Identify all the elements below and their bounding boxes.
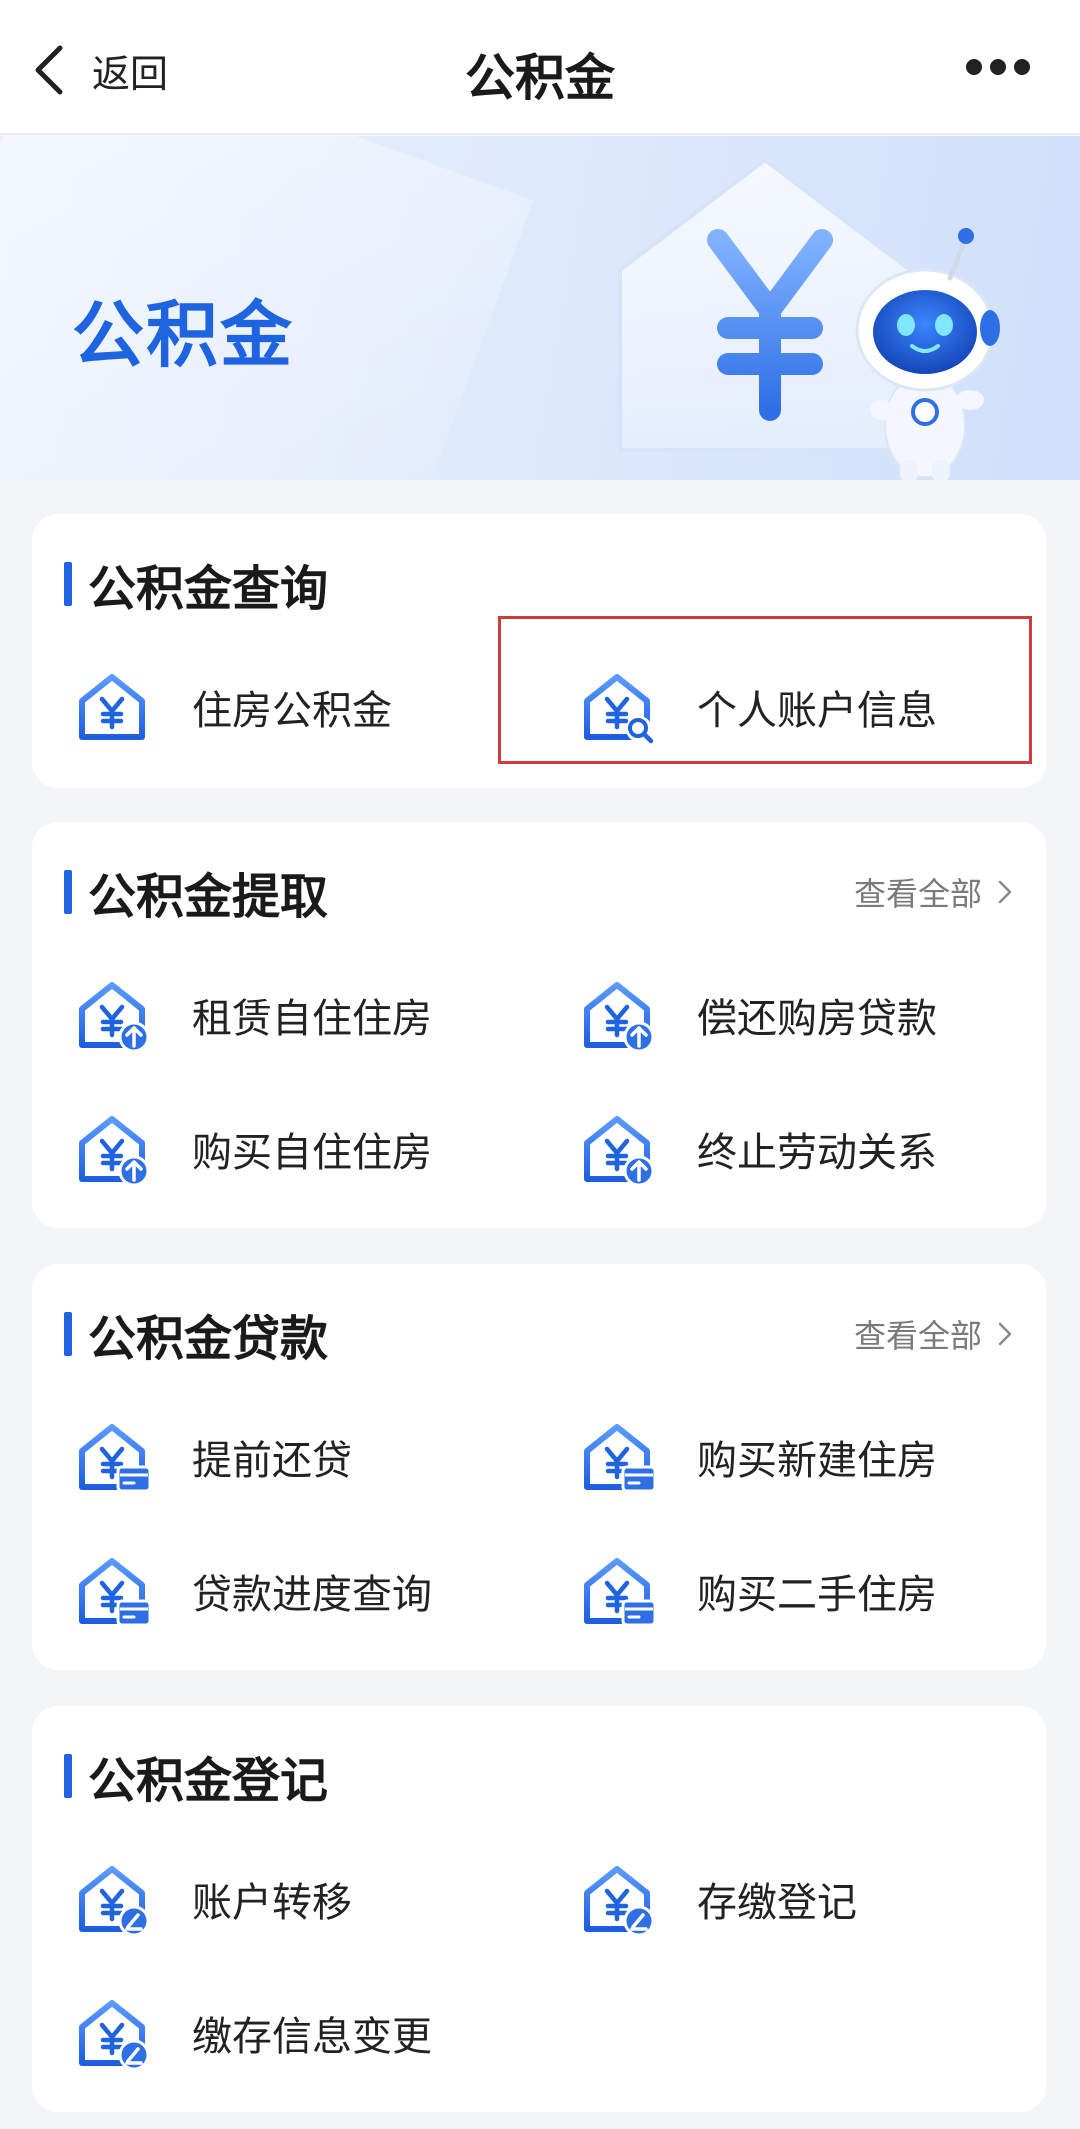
section-header: 公积金登记 [64,1746,1014,1809]
section-header: 公积金查询 [64,554,1014,617]
section-header: 公积金贷款 查看全部 [64,1304,1014,1367]
menu-item-account-transfer[interactable]: 账户转移 [72,1844,532,1954]
chevron-right-icon [998,1322,1012,1346]
view-all-link[interactable]: 查看全部 [854,869,1014,915]
menu-item-terminate-employment[interactable]: 终止劳动关系 [577,1094,1037,1204]
top-nav-bar: 返回 公积金 [0,0,1080,135]
section-query: 公积金查询 住房公积金 个人账户信息 [32,514,1046,788]
section-loan: 公积金贷款 查看全部 提前还贷 购买新建住房 贷款进度查询 购买二手住房 [32,1264,1046,1670]
house-yuan-upload-icon [72,975,150,1053]
menu-item-deposit-info-change[interactable]: 缴存信息变更 [72,1978,532,2088]
house-yuan-card-icon [577,1551,657,1627]
hero-banner: 公积金 [0,136,1080,480]
menu-item-buy-housing[interactable]: 购买自住住房 [72,1094,532,1204]
menu-item-personal-account-info[interactable]: 个人账户信息 [577,652,1037,762]
house-yuan-upload-icon [72,1109,150,1187]
section-registration: 公积金登记 账户转移 存缴登记 缴存信息变更 [32,1706,1046,2112]
section-title: 公积金登记 [88,1753,329,1809]
menu-item-buy-new-housing[interactable]: 购买新建住房 [577,1402,1037,1512]
view-all-link[interactable]: 查看全部 [854,1311,1014,1357]
chevron-right-icon [998,880,1012,904]
section-withdrawal: 公积金提取 查看全部 租赁自住住房 偿还购房贷款 购买自住住房 终止劳动关系 [32,822,1046,1228]
section-title: 公积金提取 [88,869,329,925]
house-yuan-upload-icon [577,1109,655,1187]
page-title: 公积金 [465,49,615,107]
house-yuan-robot-illustration [618,160,1000,480]
house-yuan-edit-icon [72,1859,150,1937]
menu-item-repay-loan[interactable]: 偿还购房贷款 [577,960,1037,1070]
house-yuan-card-icon [72,1551,152,1627]
section-title: 公积金查询 [88,561,329,617]
menu-item-deposit-registration[interactable]: 存缴登记 [577,1844,1037,1954]
house-yuan-card-icon [72,1417,152,1493]
house-yuan-edit-icon [72,1993,150,2071]
menu-item-buy-second-hand[interactable]: 购买二手住房 [577,1536,1037,1646]
menu-item-housing-fund[interactable]: 住房公积金 [72,652,532,762]
house-yuan-search-icon [577,667,654,744]
house-yuan-icon [72,667,152,747]
menu-item-loan-progress[interactable]: 贷款进度查询 [72,1536,532,1646]
house-yuan-edit-icon [577,1859,655,1937]
house-yuan-upload-icon [577,975,655,1053]
more-dots-icon[interactable] [966,55,1030,79]
section-title: 公积金贷款 [88,1311,329,1367]
section-header: 公积金提取 查看全部 [64,862,1014,925]
menu-item-rent-housing[interactable]: 租赁自住住房 [72,960,532,1070]
house-yuan-card-icon [577,1417,657,1493]
banner-title: 公积金 [72,293,295,377]
menu-item-early-repayment[interactable]: 提前还贷 [72,1402,532,1512]
